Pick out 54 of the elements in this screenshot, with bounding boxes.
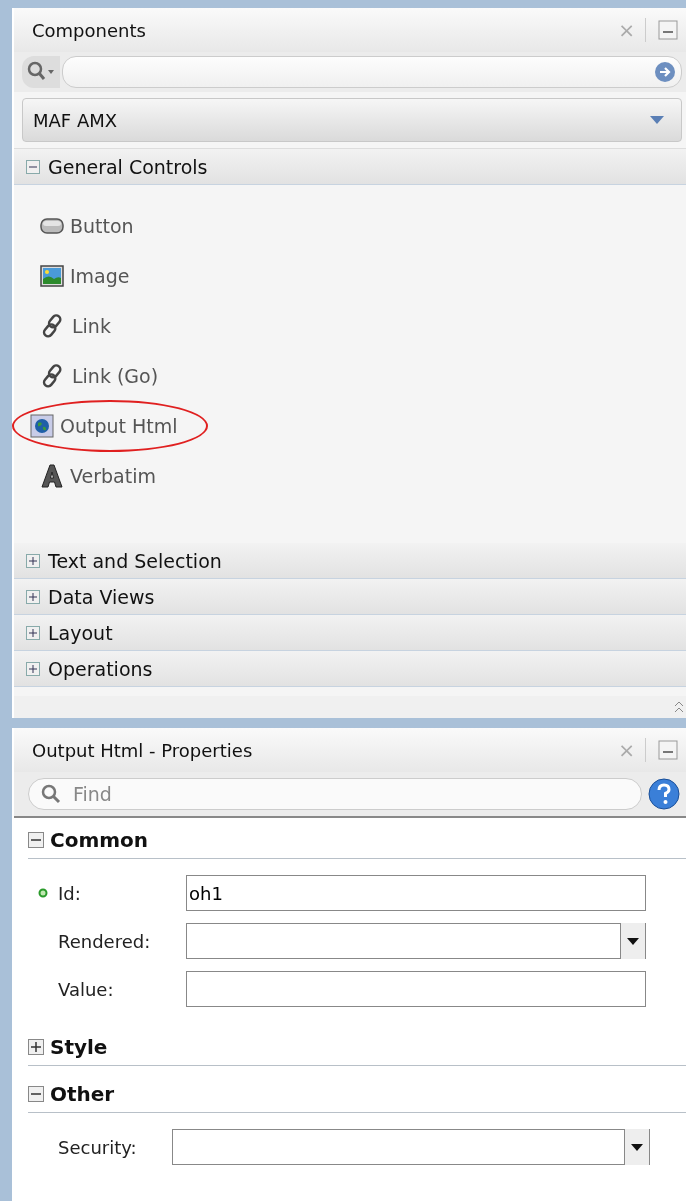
category-header[interactable]: General Controls — [14, 149, 686, 185]
category-label: General Controls — [48, 155, 208, 178]
caret-icon — [624, 1129, 649, 1165]
collapse-icon[interactable] — [26, 159, 40, 174]
panel-title: Output Html - Properties — [32, 739, 253, 761]
image-icon — [40, 265, 64, 287]
property-dropdown[interactable] — [186, 923, 646, 959]
library-dropdown[interactable]: MAF AMX — [22, 98, 682, 142]
property-label: Value: — [58, 978, 115, 1000]
search-field[interactable] — [62, 56, 682, 88]
expand-icon[interactable] — [26, 625, 40, 640]
caret-icon — [620, 923, 645, 959]
help-icon[interactable] — [648, 778, 680, 810]
property-field[interactable] — [186, 971, 646, 1007]
search-icon[interactable] — [22, 56, 60, 88]
minimize-icon[interactable] — [658, 20, 678, 40]
scroll-up-icon[interactable] — [674, 700, 684, 714]
search-icon — [40, 783, 62, 805]
category-label: Data Views — [48, 585, 155, 608]
component-item[interactable]: Link (Go) — [72, 365, 159, 387]
globe-icon — [30, 414, 54, 438]
category-label: Layout — [48, 621, 113, 644]
component-item[interactable]: Image — [70, 265, 130, 287]
expand-icon[interactable] — [26, 661, 40, 676]
find-field[interactable]: Find — [28, 778, 642, 810]
category-header[interactable]: Layout — [14, 615, 686, 651]
expand-icon[interactable] — [28, 1039, 44, 1055]
property-label: Rendered: — [58, 930, 152, 952]
category-label: Text and Selection — [48, 549, 222, 572]
expand-icon[interactable] — [26, 553, 40, 568]
property-label: Security: — [58, 1136, 138, 1158]
component-item[interactable]: Button — [70, 215, 134, 237]
collapse-icon[interactable] — [28, 1086, 44, 1102]
category-header[interactable]: Text and Selection — [14, 543, 686, 579]
panel-title: Components — [32, 19, 146, 41]
section-title: Style — [50, 1035, 108, 1059]
section-title: Common — [50, 828, 149, 852]
category-header[interactable]: Data Views — [14, 579, 686, 615]
go-icon[interactable] — [654, 61, 676, 83]
caret-icon — [649, 115, 665, 125]
expand-icon[interactable] — [26, 589, 40, 604]
letter-a-icon — [40, 464, 64, 488]
minimize-icon[interactable] — [658, 740, 678, 760]
property-field[interactable]: oh1 — [186, 875, 646, 911]
property-dropdown[interactable] — [172, 1129, 650, 1165]
button-icon — [40, 217, 64, 235]
component-item[interactable]: Verbatim — [70, 465, 156, 487]
category-header[interactable]: Operations — [14, 651, 686, 687]
collapse-icon[interactable] — [28, 832, 44, 848]
component-item[interactable]: Output Html — [60, 415, 178, 437]
category-label: Operations — [48, 657, 153, 680]
component-item[interactable]: Link — [72, 315, 111, 337]
section-title: Other — [50, 1082, 115, 1106]
property-label: Id: — [58, 882, 82, 904]
